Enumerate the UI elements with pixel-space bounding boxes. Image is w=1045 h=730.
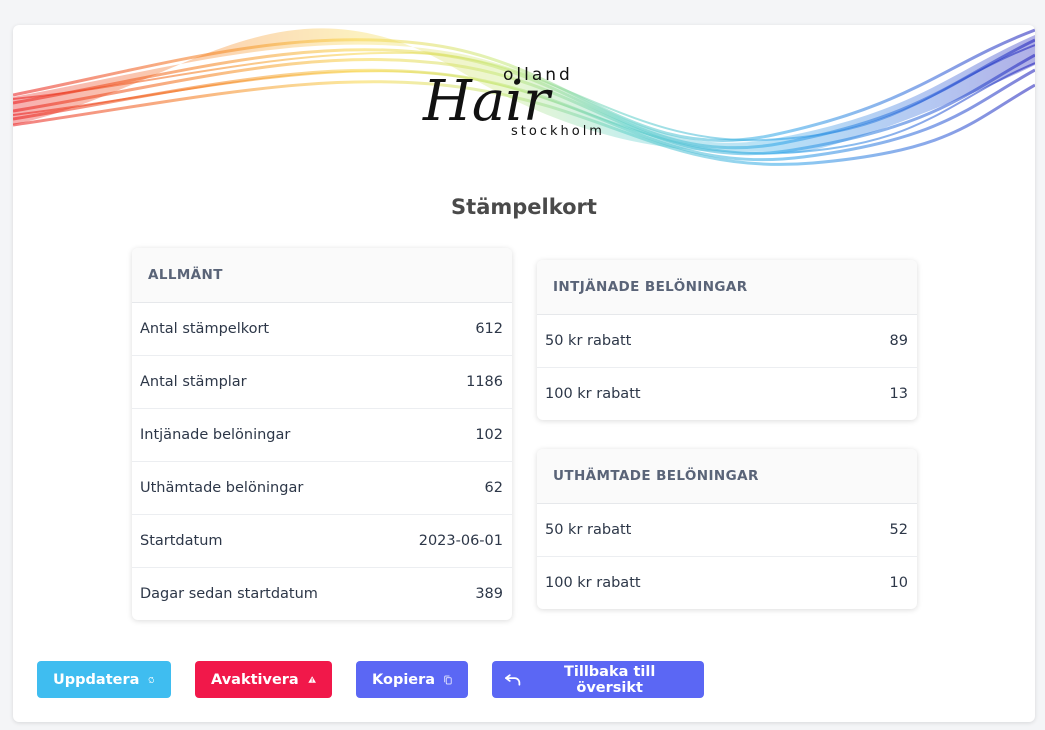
table-row: 50 kr rabatt 52 xyxy=(537,504,917,557)
row-value: 10 xyxy=(889,575,908,591)
row-label: Intjänade belöningar xyxy=(140,427,291,443)
update-button[interactable]: Uppdatera xyxy=(37,661,171,698)
general-panel: ALLMÄNT Antal stämpelkort 612 Antal stäm… xyxy=(132,248,512,620)
stamp-card-page: olland Hair stockholm Stämpelkort ALLMÄN… xyxy=(13,25,1035,722)
page-title: Stämpelkort xyxy=(451,195,597,219)
table-row: Uthämtade belöningar 62 xyxy=(132,462,512,515)
table-row: Antal stämplar 1186 xyxy=(132,356,512,409)
row-value: 52 xyxy=(889,522,908,538)
copy-icon xyxy=(444,675,452,684)
table-row: Intjänade belöningar 102 xyxy=(132,409,512,462)
table-row: 50 kr rabatt 89 xyxy=(537,315,917,368)
row-value: 13 xyxy=(889,386,908,402)
earned-rewards-header: INTJÄNADE BELÖNINGAR xyxy=(537,260,917,315)
row-label: Dagar sedan startdatum xyxy=(140,586,318,602)
redeemed-rewards-header: UTHÄMTADE BELÖNINGAR xyxy=(537,449,917,504)
table-row: Startdatum 2023-06-01 xyxy=(132,515,512,568)
row-label: 100 kr rabatt xyxy=(545,575,641,591)
row-value: 2023-06-01 xyxy=(418,533,503,549)
table-row: Dagar sedan startdatum 389 xyxy=(132,568,512,620)
copy-button-label: Kopiera xyxy=(372,671,436,688)
row-label: Startdatum xyxy=(140,533,223,549)
back-button-label: Tillbaka till översikt xyxy=(564,663,656,696)
row-value: 389 xyxy=(475,586,503,602)
copy-button[interactable]: Kopiera xyxy=(356,661,468,698)
rainbow-banner: olland Hair stockholm xyxy=(13,28,1035,166)
deactivate-button[interactable]: Avaktivera xyxy=(195,661,332,698)
warning-icon xyxy=(308,676,316,683)
table-row: 100 kr rabatt 13 xyxy=(537,368,917,420)
update-button-label: Uppdatera xyxy=(53,671,140,688)
row-label: Uthämtade belöningar xyxy=(140,480,304,496)
row-value: 62 xyxy=(484,480,503,496)
undo-icon xyxy=(505,673,521,686)
refresh-icon xyxy=(149,676,155,683)
table-row: 100 kr rabatt 10 xyxy=(537,557,917,609)
back-to-overview-button[interactable]: Tillbaka till översikt xyxy=(492,661,704,698)
table-row: Antal stämpelkort 612 xyxy=(132,303,512,356)
row-value: 89 xyxy=(889,333,908,349)
general-panel-header: ALLMÄNT xyxy=(132,248,512,303)
redeemed-rewards-panel: UTHÄMTADE BELÖNINGAR 50 kr rabatt 52 100… xyxy=(537,449,917,609)
earned-rewards-panel: INTJÄNADE BELÖNINGAR 50 kr rabatt 89 100… xyxy=(537,260,917,420)
deactivate-button-label: Avaktivera xyxy=(211,671,299,688)
logo-text-bottom: stockholm xyxy=(511,124,605,139)
row-value: 612 xyxy=(475,321,503,337)
row-label: Antal stämplar xyxy=(140,374,247,390)
row-value: 1186 xyxy=(466,374,503,390)
row-label: 50 kr rabatt xyxy=(545,522,632,538)
row-label: 50 kr rabatt xyxy=(545,333,632,349)
row-value: 102 xyxy=(475,427,503,443)
row-label: 100 kr rabatt xyxy=(545,386,641,402)
row-label: Antal stämpelkort xyxy=(140,321,270,337)
